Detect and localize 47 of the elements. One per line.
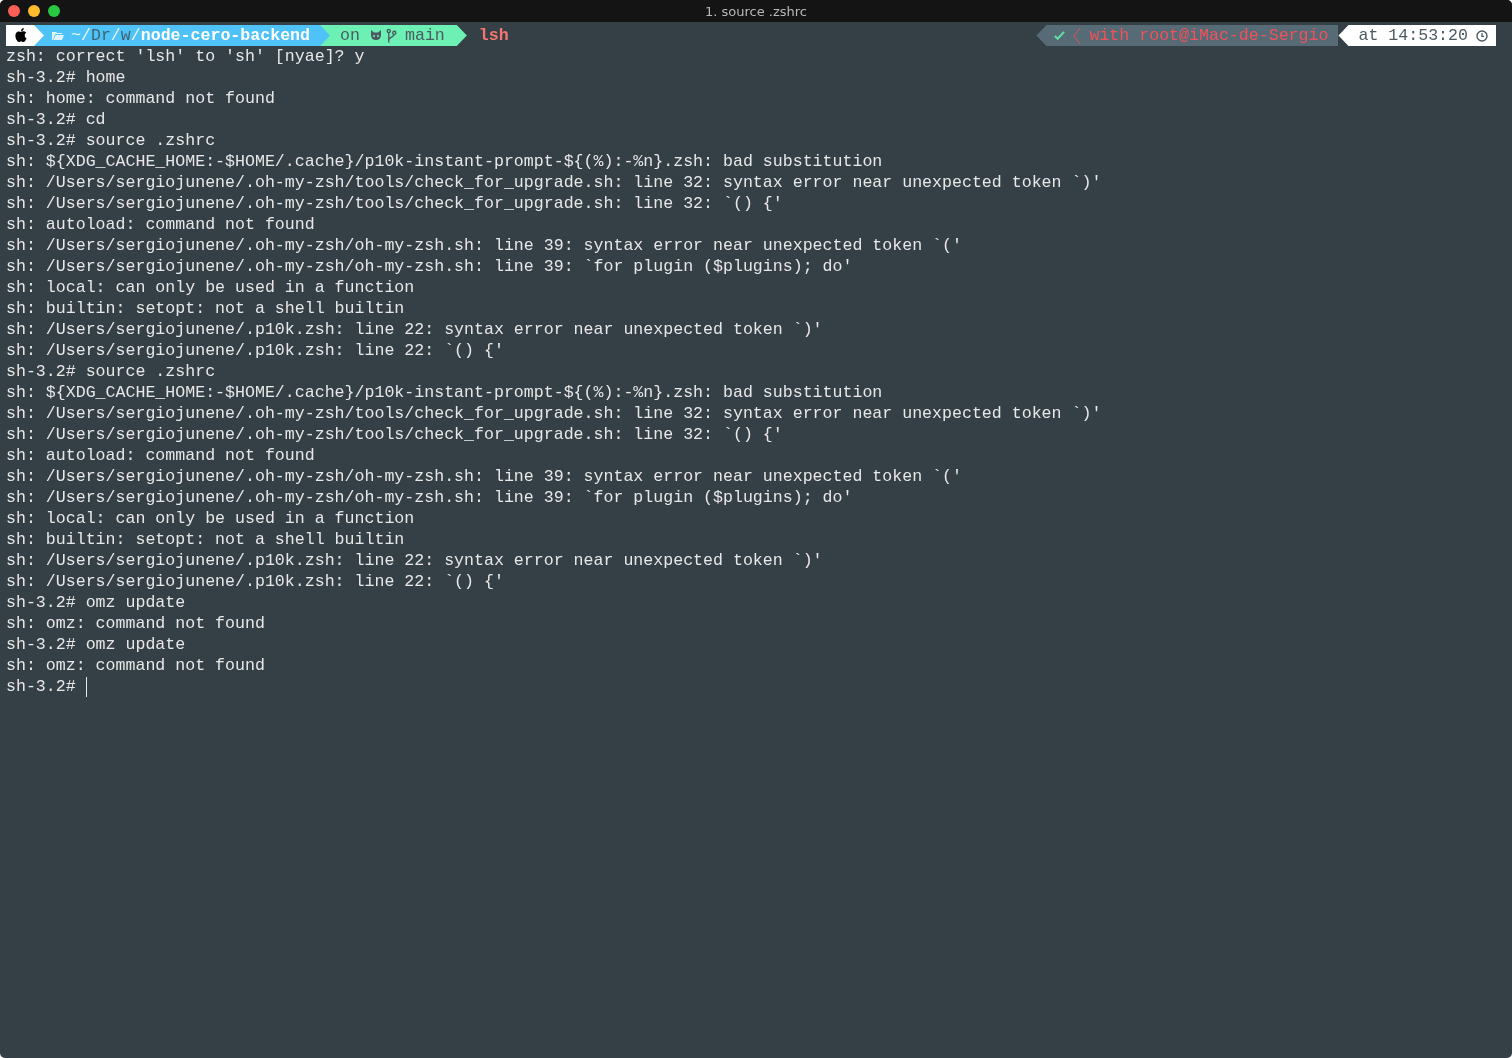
terminal-output-line: sh: /Users/sergiojunene/.p10k.zsh: line 22: `() {' [6, 340, 505, 361]
terminal-output-line: sh: local: can only be used in a function [6, 277, 416, 298]
terminal-output-line: sh-3.2# omz update [6, 634, 187, 655]
directory-path: ~/Dr/w/node-cero-backend [71, 26, 311, 45]
shell-prompt: sh-3.2# [6, 676, 76, 697]
minimize-button[interactable] [28, 5, 40, 17]
terminal-output-line: sh: /Users/sergiojunene/.oh-my-zsh/oh-my-zsh.sh: line 39: syntax error near unexpected token `(' [6, 466, 963, 487]
folder-icon [52, 30, 64, 41]
time-label: at 14:53:20 [1358, 26, 1468, 45]
terminal-output-line: sh-3.2# home [6, 67, 127, 88]
terminal-output-line: sh: autoload: command not found [6, 214, 316, 235]
terminal-output-line: zsh: correct 'lsh' to 'sh' [nyae]? y [6, 46, 366, 67]
branch-name: main [404, 26, 445, 45]
terminal-output-line: sh: builtin: setopt: not a shell builtin [6, 529, 406, 550]
terminal-output-line: sh: omz: command not found [6, 655, 266, 676]
terminal-output-line: sh: omz: command not found [6, 613, 266, 634]
terminal-output-line: sh: local: can only be used in a function [6, 508, 416, 529]
terminal-output-line: sh: /Users/sergiojunene/.oh-my-zsh/tools/check_for_upgrade.sh: line 32: syntax error near unexpected token `)' [6, 172, 1103, 193]
apple-logo-icon [15, 28, 28, 43]
zoom-button[interactable] [48, 5, 60, 17]
terminal-output-line: sh: /Users/sergiojunene/.p10k.zsh: line 22: `() {' [6, 571, 505, 592]
cat-icon [369, 30, 382, 41]
terminal-output-line: sh: /Users/sergiojunene/.oh-my-zsh/tools/check_for_upgrade.sh: line 32: `() {' [6, 193, 784, 214]
user-host-label: with root@iMac-de-Sergio [1089, 26, 1329, 45]
vcs-label: on [340, 26, 360, 45]
close-button[interactable] [8, 5, 20, 17]
git-branch-icon [385, 27, 397, 44]
clock-icon [1476, 29, 1488, 42]
terminal-output-line: sh: home: command not found [6, 88, 276, 109]
terminal-output-line: sh: autoload: command not found [6, 445, 316, 466]
terminal-output-line: sh: builtin: setopt: not a shell builtin [6, 298, 406, 319]
terminal-output-line: sh: /Users/sergiojunene/.p10k.zsh: line 22: syntax error near unexpected token `)' [6, 550, 824, 571]
terminal-output-line: sh: /Users/sergiojunene/.oh-my-zsh/oh-my-zsh.sh: line 39: syntax error near unexpected token `(' [6, 235, 963, 256]
terminal-output-line: sh-3.2# source .zshrc [6, 361, 217, 382]
terminal-output-line: sh-3.2# source .zshrc [6, 130, 217, 151]
terminal-output-line: sh: /Users/sergiojunene/.p10k.zsh: line 22: syntax error near unexpected token `)' [6, 319, 824, 340]
terminal-output-line: sh: ${XDG_CACHE_HOME:-$HOME/.cache}/p10k-instant-prompt-${(%):-%n}.zsh: bad substitution [6, 382, 884, 403]
terminal-output-line: sh: /Users/sergiojunene/.oh-my-zsh/tools/check_for_upgrade.sh: line 32: `() {' [6, 424, 784, 445]
window-title: 1. source .zshrc [705, 3, 807, 19]
separator-icon [1073, 26, 1082, 45]
typed-command: lsh [478, 26, 509, 45]
terminal-output-line: sh: /Users/sergiojunene/.oh-my-zsh/oh-my-zsh.sh: line 39: `for plugin ($plugins); do' [6, 256, 854, 277]
terminal-output-line: sh: ${XDG_CACHE_HOME:-$HOME/.cache}/p10k-instant-prompt-${(%):-%n}.zsh: bad substitution [6, 151, 884, 172]
terminal-output-line: sh-3.2# omz update [6, 592, 187, 613]
terminal-output-line: sh-3.2# cd [6, 109, 107, 130]
terminal-output-line: sh: /Users/sergiojunene/.oh-my-zsh/tools/check_for_upgrade.sh: line 32: syntax error near unexpected token `)' [6, 403, 1103, 424]
terminal-output-line: sh: /Users/sergiojunene/.oh-my-zsh/oh-my-zsh.sh: line 39: `for plugin ($plugins); do' [6, 487, 854, 508]
